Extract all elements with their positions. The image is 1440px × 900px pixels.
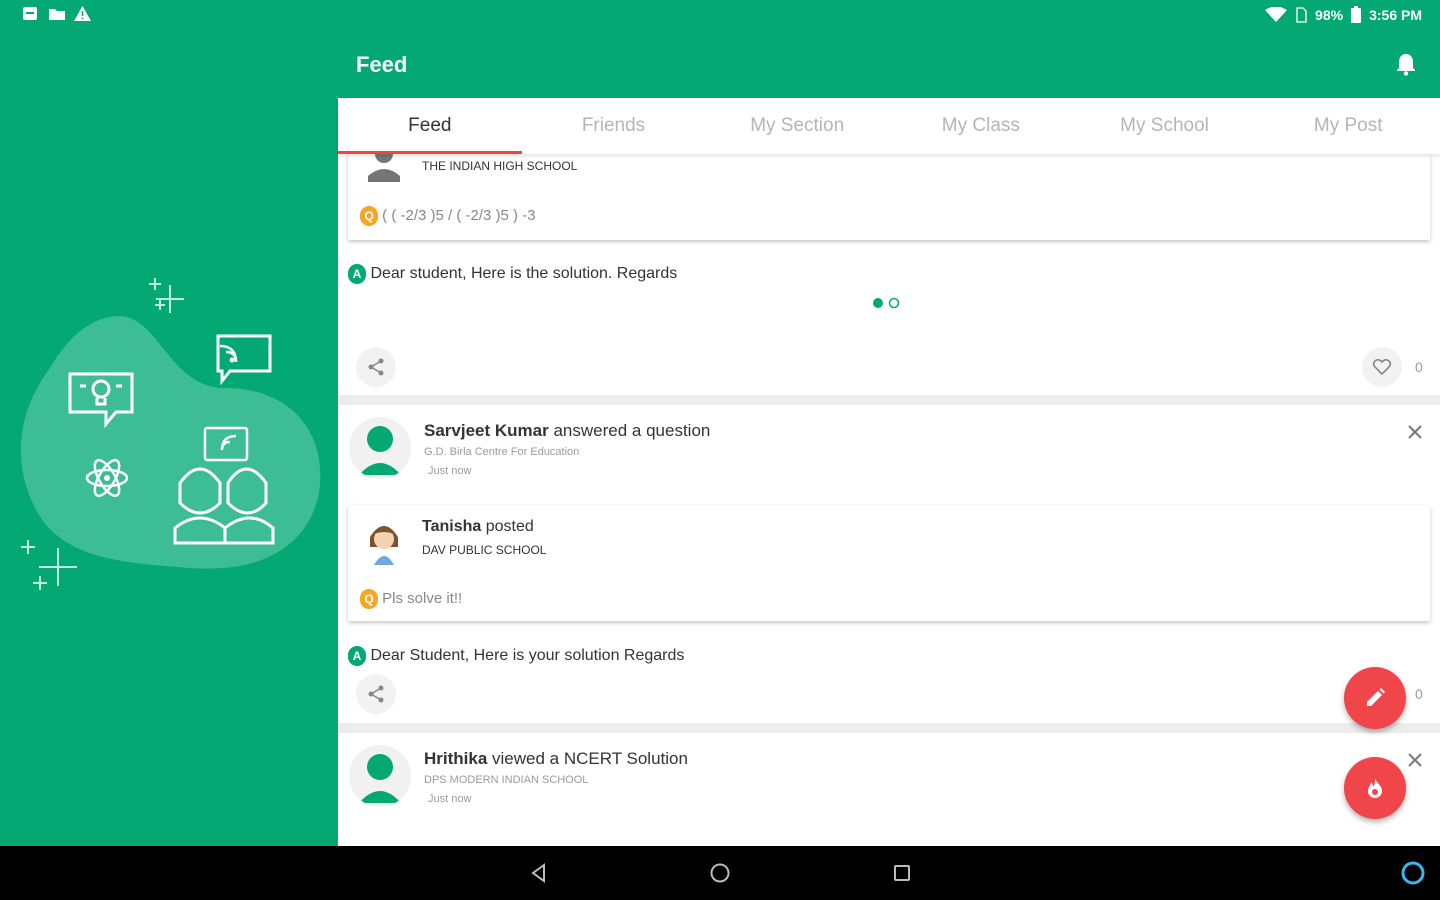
pager-dot-active: [873, 298, 883, 308]
user-avatar-icon: [359, 426, 401, 475]
dismiss-button[interactable]: [1406, 751, 1424, 769]
feed-list[interactable]: THE INDIAN HIGH SCHOOL Q ( ( -2/3 )5 / (…: [338, 154, 1440, 846]
clock: 3:56 PM: [1369, 6, 1422, 23]
feed-tabs: Feed Friends My Section My Class My Scho…: [338, 98, 1440, 154]
status-indicators: 98% 3:56 PM: [1265, 6, 1422, 23]
user-name[interactable]: Hrithika: [424, 749, 487, 768]
trending-button[interactable]: [1344, 757, 1406, 819]
share-button[interactable]: [356, 674, 396, 714]
girl-avatar-icon: [370, 526, 398, 565]
no-sim-icon: [1296, 6, 1307, 23]
create-post-button[interactable]: [1344, 667, 1406, 729]
answer-badge: A: [348, 264, 366, 284]
activity-action: viewed a NCERT Solution: [492, 749, 688, 768]
system-navigation-bar: [0, 846, 1440, 900]
feed-post-card: Sarvjeet Kumar answered a question G.D. …: [338, 405, 1440, 723]
tab-friends[interactable]: Friends: [522, 98, 706, 154]
share-button[interactable]: [356, 347, 396, 387]
tab-my-class[interactable]: My Class: [889, 98, 1073, 154]
tab-my-school[interactable]: My School: [1073, 98, 1257, 154]
app-bar: Feed: [338, 28, 1440, 98]
bell-icon: [1397, 54, 1415, 76]
back-button[interactable]: [529, 863, 549, 883]
tab-my-section[interactable]: My Section: [705, 98, 889, 154]
battery-icon: [1351, 6, 1362, 23]
tab-feed[interactable]: Feed: [338, 98, 522, 154]
question-text: ( ( -2/3 )5 / ( -2/3 )5 ) -3: [382, 206, 536, 224]
assistant-button[interactable]: [1400, 860, 1426, 886]
page-title: Feed: [356, 52, 408, 77]
user-name[interactable]: Tanisha: [422, 518, 481, 535]
share-icon: [368, 685, 384, 703]
activity-action: answered a question: [553, 421, 711, 440]
question-text: Pls solve it!!: [382, 589, 463, 607]
recents-button[interactable]: [893, 864, 911, 882]
avatar: [349, 745, 411, 807]
answer-text: Dear student, Here is the solution. Rega…: [370, 265, 678, 283]
close-icon: [1408, 425, 1422, 439]
warning-icon: [74, 6, 91, 21]
activity-title: Sarvjeet Kumar answered a question: [424, 421, 710, 441]
answer-row: A Dear Student, Here is your solution Re…: [348, 646, 684, 666]
question-card[interactable]: THE INDIAN HIGH SCHOOL Q ( ( -2/3 )5 / (…: [348, 154, 1430, 240]
post-title: Tanisha posted: [422, 518, 534, 536]
pager-dot: [888, 297, 900, 309]
notification-icons: [22, 6, 91, 21]
home-button[interactable]: [709, 862, 731, 884]
post-time: Just now: [428, 793, 472, 805]
feed-post-card: Hrithika viewed a NCERT Solution DPS MOD…: [338, 733, 1440, 846]
answer-badge: A: [348, 646, 366, 666]
feed-post-card: THE INDIAN HIGH SCHOOL Q ( ( -2/3 )5 / (…: [338, 154, 1440, 395]
question-row: Q Pls solve it!!: [360, 589, 462, 609]
question-badge: Q: [360, 589, 378, 609]
left-illustration-panel: [0, 28, 338, 846]
post-school: THE INDIAN HIGH SCHOOL: [422, 159, 578, 173]
post-action: posted: [485, 518, 534, 535]
wifi-icon: [1265, 6, 1288, 22]
flame-icon: [1368, 778, 1382, 798]
like-button[interactable]: [1362, 347, 1402, 387]
notifications-button[interactable]: [1394, 52, 1418, 76]
like-count: 0: [1415, 686, 1423, 702]
folder-icon: [48, 6, 65, 21]
answer-text: Dear Student, Here is your solution Rega…: [370, 647, 685, 665]
status-bar: 98% 3:56 PM: [0, 0, 1440, 28]
user-school: G.D. Birla Centre For Education: [424, 446, 580, 458]
share-icon: [368, 358, 384, 376]
battery-percent: 98%: [1315, 6, 1344, 23]
dismiss-button[interactable]: [1406, 423, 1424, 441]
user-avatar-icon: [359, 754, 401, 803]
pencil-icon: [1367, 688, 1385, 706]
question-card[interactable]: Tanisha posted DAV PUBLIC SCHOOL Q Pls s…: [348, 505, 1430, 621]
user-avatar-icon: [368, 154, 400, 182]
close-icon: [1408, 753, 1422, 767]
avatar: [364, 154, 404, 182]
user-name[interactable]: Sarvjeet Kumar: [424, 421, 549, 440]
answer-row: A Dear student, Here is the solution. Re…: [348, 264, 677, 284]
question-badge: Q: [360, 206, 378, 226]
like-count: 0: [1415, 359, 1423, 375]
post-school: DAV PUBLIC SCHOOL: [422, 543, 547, 557]
avatar: [358, 515, 410, 567]
avatar: [349, 417, 411, 479]
user-school: DPS MODERN INDIAN SCHOOL: [424, 774, 589, 786]
question-row: Q ( ( -2/3 )5 / ( -2/3 )5 ) -3: [360, 206, 536, 226]
notification-app-icon: [22, 6, 38, 21]
education-illustration: [20, 278, 321, 590]
heart-icon: [1372, 358, 1392, 376]
activity-title: Hrithika viewed a NCERT Solution: [424, 749, 688, 769]
tab-my-post[interactable]: My Post: [1256, 98, 1440, 154]
post-time: Just now: [428, 465, 472, 477]
pager-dots: [871, 296, 903, 315]
